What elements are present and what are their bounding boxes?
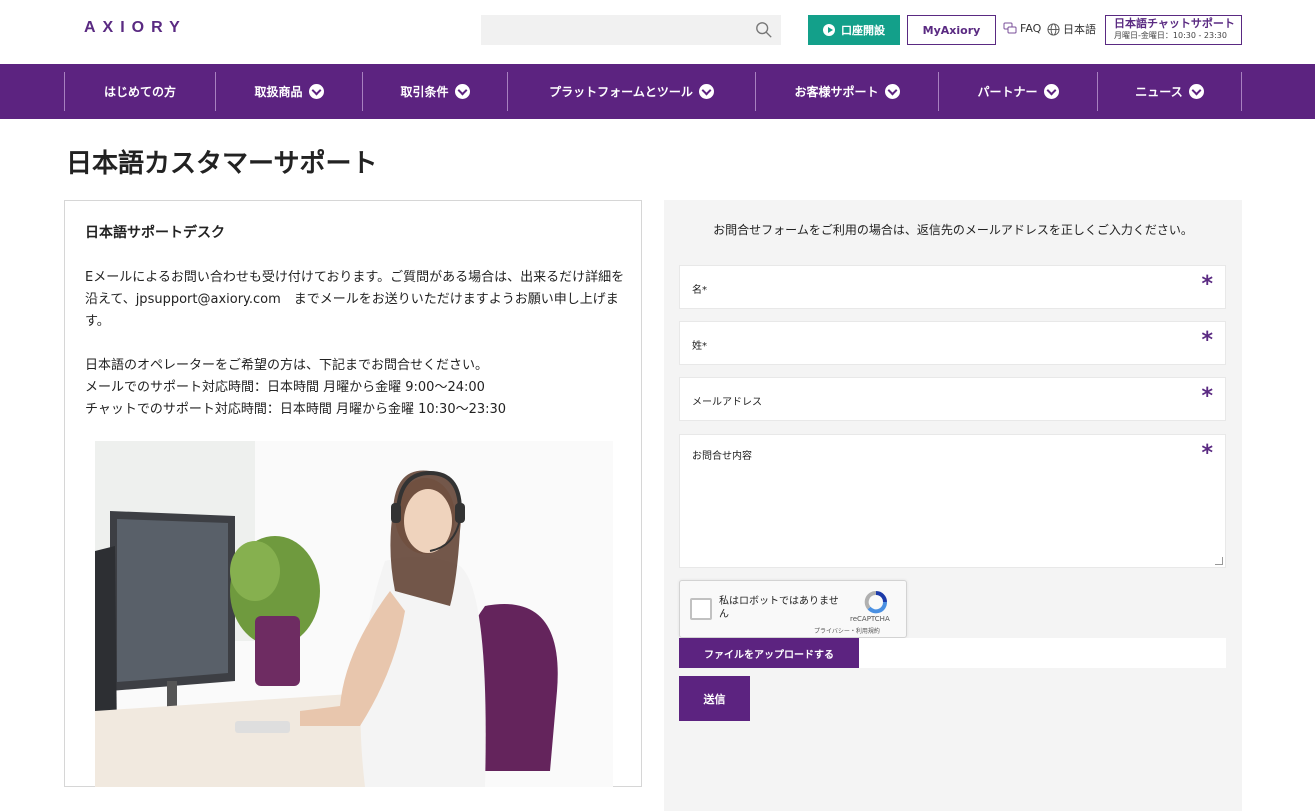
- nav-item-label: 取扱商品: [254, 85, 303, 99]
- main-nav: はじめての方 取扱商品 取引条件 プラットフォームとツール お客様サポート パー…: [0, 64, 1315, 119]
- nav-item-partners[interactable]: パートナー: [938, 72, 1097, 111]
- message-textarea[interactable]: お問合せ内容 *: [679, 434, 1226, 568]
- faq-label: FAQ: [1020, 21, 1042, 35]
- search-input[interactable]: [481, 15, 781, 45]
- chevron-down-icon: [454, 84, 470, 99]
- open-account-button[interactable]: 口座開設: [808, 15, 900, 45]
- nav-item-label: プラットフォームとツール: [549, 85, 693, 99]
- resize-handle-icon[interactable]: [1215, 557, 1223, 565]
- required-asterisk-icon: *: [1201, 384, 1213, 409]
- play-icon: [823, 24, 835, 36]
- last-name-label: 姓*: [692, 341, 707, 352]
- recaptcha-logo-icon: [864, 591, 887, 614]
- site-header: AXIORY 口座開設 MyAxiory FAQ 日本語 日本語チャットサポート…: [0, 0, 1315, 64]
- chevron-down-icon: [308, 84, 324, 99]
- chevron-down-icon: [1188, 84, 1204, 99]
- nav-item-support[interactable]: お客様サポート: [755, 72, 938, 111]
- email-hours-line: メールでのサポート対応時間：日本時間 月曜から金曜 9:00〜24:00: [85, 380, 485, 395]
- contact-form: お問合せフォームをご利用の場合は、返信先のメールアドレスを正しくご入力ください。…: [664, 200, 1242, 811]
- language-selector[interactable]: 日本語: [1047, 21, 1096, 37]
- chat-hours-line: チャットでのサポート対応時間：日本時間 月曜から金曜 10:30〜23:30: [85, 402, 507, 417]
- axiory-logo[interactable]: AXIORY: [84, 19, 187, 37]
- chevron-down-icon: [884, 84, 900, 99]
- support-desk-title: 日本語サポートデスク: [85, 225, 225, 241]
- globe-icon: [1047, 22, 1060, 36]
- page-title: 日本語カスタマーサポート: [66, 149, 378, 179]
- chevron-down-icon: [698, 84, 714, 99]
- chat-support-hours: 月曜日-金曜日：10:30 - 23:30: [1114, 31, 1227, 40]
- nav-item-platforms[interactable]: プラットフォームとツール: [507, 72, 755, 111]
- chat-support-button[interactable]: 日本語チャットサポート 月曜日-金曜日：10:30 - 23:30: [1105, 15, 1242, 45]
- faq-icon: [1003, 22, 1017, 34]
- nav-item-news[interactable]: ニュース: [1097, 72, 1242, 111]
- nav-item-label: お客様サポート: [794, 85, 879, 99]
- recaptcha-links[interactable]: プライバシー・利用規約: [814, 626, 880, 635]
- nav-item-label: ニュース: [1135, 85, 1183, 99]
- submit-button[interactable]: 送信: [679, 676, 750, 721]
- language-label: 日本語: [1063, 23, 1096, 36]
- required-asterisk-icon: *: [1201, 272, 1213, 297]
- faq-link[interactable]: FAQ: [1003, 21, 1041, 35]
- first-name-field[interactable]: 名* *: [679, 265, 1226, 309]
- form-note: お問合せフォームをご利用の場合は、返信先のメールアドレスを正しくご入力ください。: [713, 223, 1193, 237]
- nav-item-label: はじめての方: [103, 85, 176, 99]
- upload-file-button[interactable]: ファイルをアップロードする: [679, 638, 859, 668]
- nav-item-beginners[interactable]: はじめての方: [64, 72, 215, 111]
- operator-line: 日本語のオペレーターをご希望の方は、下記までお問合せください。: [85, 358, 489, 373]
- nav-item-label: パートナー: [977, 85, 1038, 99]
- recaptcha-brand: reCAPTCHA: [850, 615, 890, 623]
- nav-item-products[interactable]: 取扱商品: [215, 72, 362, 111]
- chat-support-title: 日本語チャットサポート: [1114, 17, 1235, 30]
- myaxiory-button[interactable]: MyAxiory: [907, 15, 996, 45]
- last-name-field[interactable]: 姓* *: [679, 321, 1226, 365]
- nav-item-label: 取引条件: [400, 85, 449, 99]
- recaptcha-widget: 私はロボットではありません reCAPTCHA プライバシー・利用規約: [679, 580, 907, 638]
- support-desk-text: Eメールによるお問い合わせも受け付けております。ご質問がある場合は、出来るだけ詳…: [85, 267, 625, 421]
- chevron-down-icon: [1043, 84, 1059, 99]
- upload-row: ファイルをアップロードする: [679, 638, 1226, 668]
- email-inquiry-paragraph: Eメールによるお問い合わせも受け付けております。ご質問がある場合は、出来るだけ詳…: [85, 270, 625, 329]
- support-desk-card: 日本語サポートデスク Eメールによるお問い合わせも受け付けております。ご質問があ…: [64, 200, 642, 787]
- first-name-label: 名*: [692, 285, 707, 296]
- message-label: お問合せ内容: [692, 451, 752, 462]
- email-field[interactable]: メールアドレス *: [679, 377, 1226, 421]
- recaptcha-checkbox[interactable]: [690, 598, 712, 620]
- required-asterisk-icon: *: [1201, 441, 1213, 466]
- required-asterisk-icon: *: [1201, 328, 1213, 353]
- nav-item-trading-conditions[interactable]: 取引条件: [362, 72, 507, 111]
- open-account-label: 口座開設: [841, 24, 885, 37]
- recaptcha-label: 私はロボットではありません: [719, 596, 839, 620]
- search-icon[interactable]: [755, 21, 773, 39]
- email-label: メールアドレス: [692, 397, 762, 408]
- support-operator-photo: [95, 441, 613, 787]
